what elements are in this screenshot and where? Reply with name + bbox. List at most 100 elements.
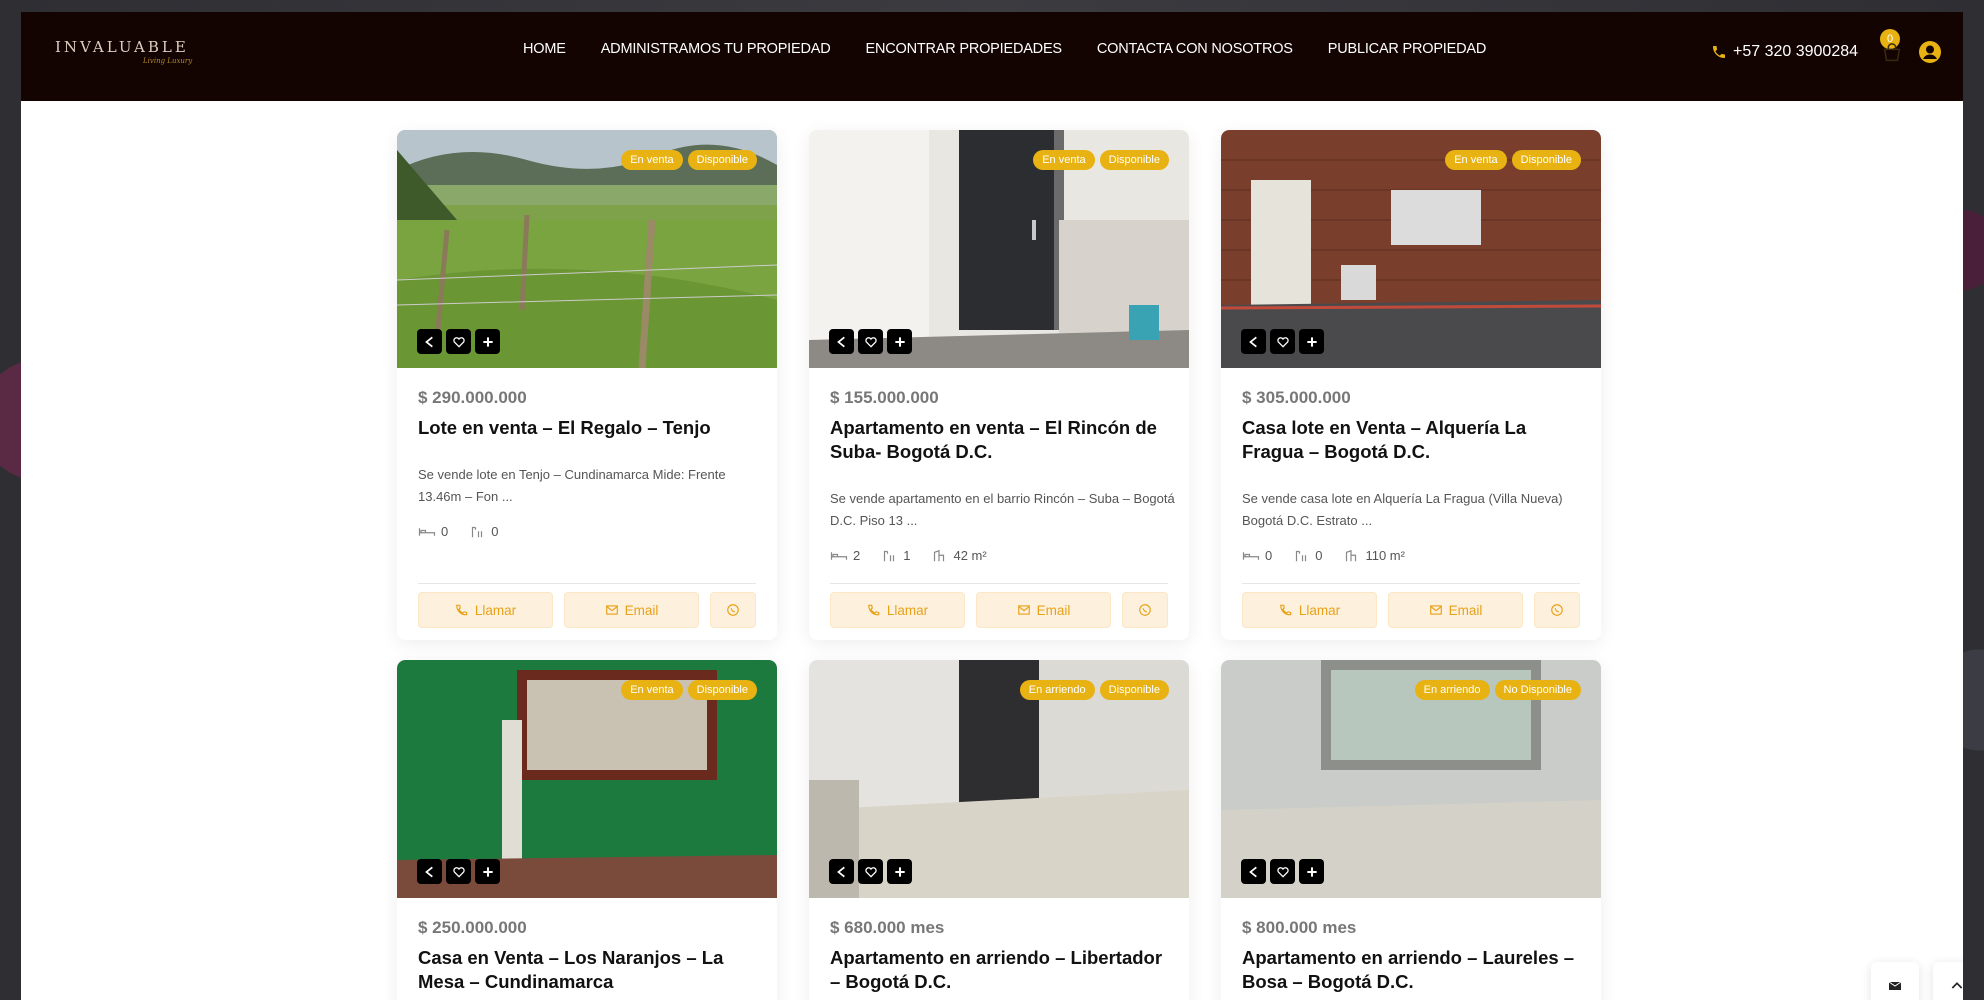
- property-card[interactable]: En arriendo No Disponible $ 800.000 mes …: [1221, 660, 1601, 1000]
- share-icon[interactable]: [417, 859, 442, 884]
- share-icon[interactable]: [1241, 329, 1266, 354]
- price: $ 155.000.000: [830, 388, 939, 407]
- envelope-icon: [1429, 605, 1442, 615]
- plus-icon[interactable]: [475, 859, 500, 884]
- area-feature: 110 m²: [1342, 548, 1405, 563]
- heart-icon[interactable]: [446, 859, 471, 884]
- property-title[interactable]: Apartamento en arriendo – Laureles – Bos…: [1242, 946, 1587, 994]
- rooms-feature: 0: [418, 524, 448, 539]
- share-icon[interactable]: [829, 329, 854, 354]
- call-button[interactable]: Llamar: [1242, 592, 1377, 628]
- availability-badge: Disponible: [1099, 680, 1169, 700]
- nav-home[interactable]: HOME: [523, 41, 566, 57]
- property-card[interactable]: En venta Disponible $ 305.000.000 Casa l…: [1221, 130, 1601, 640]
- property-card[interactable]: En venta Disponible $ 155.000.000 Aparta…: [809, 130, 1189, 640]
- property-card[interactable]: En venta Disponible $ 290.000.000 Lote e…: [397, 130, 777, 640]
- phone-icon: [1713, 46, 1725, 58]
- call-button[interactable]: Llamar: [418, 592, 553, 628]
- site-header: INVALUABLE Living Luxury HOME ADMINISTRA…: [21, 12, 1963, 101]
- area-icon: [1346, 549, 1357, 561]
- property-features: 0 0: [418, 524, 498, 539]
- scroll-top-button[interactable]: [1933, 962, 1963, 1000]
- share-icon[interactable]: [417, 329, 442, 354]
- nav-administramos[interactable]: ADMINISTRAMOS TU PROPIEDAD: [601, 41, 831, 57]
- property-title[interactable]: Apartamento en venta – El Rincón de Suba…: [830, 416, 1175, 464]
- status-badge: En arriendo: [1414, 680, 1490, 700]
- badges: En arriendo Disponible: [1019, 680, 1169, 700]
- phone-number: +57 320 3900284: [1733, 43, 1859, 60]
- plus-icon[interactable]: [1299, 859, 1324, 884]
- status-badge: En arriendo: [1019, 680, 1095, 700]
- badges: En venta Disponible: [1033, 150, 1169, 170]
- phone-icon: [868, 604, 880, 616]
- call-label: Llamar: [886, 602, 929, 618]
- logo[interactable]: INVALUABLE: [55, 38, 189, 56]
- bed-icon: [418, 527, 436, 536]
- nav-publicar[interactable]: PUBLICAR PROPIEDAD: [1328, 41, 1487, 57]
- plus-icon[interactable]: [887, 329, 912, 354]
- heart-icon[interactable]: [446, 329, 471, 354]
- cart-icon[interactable]: [1881, 42, 1903, 64]
- share-icon[interactable]: [1241, 859, 1266, 884]
- property-title[interactable]: Casa lote en Venta – Alquería La Fragua …: [1242, 416, 1587, 464]
- page: INVALUABLE Living Luxury HOME ADMINISTRA…: [21, 12, 1963, 1000]
- baths-feature: 0: [1292, 548, 1322, 563]
- card-tools: [1241, 329, 1324, 354]
- availability-badge: No Disponible: [1494, 680, 1581, 700]
- status-badge: En venta: [621, 150, 683, 170]
- divider: [418, 583, 756, 584]
- contact-actions: Llamar Email: [1242, 592, 1580, 628]
- nav-encontrar[interactable]: ENCONTRAR PROPIEDADES: [865, 41, 1062, 57]
- property-title[interactable]: Apartamento en arriendo – Libertador – B…: [830, 946, 1175, 994]
- heart-icon[interactable]: [858, 329, 883, 354]
- card-tools: [417, 329, 500, 354]
- message-widget-button[interactable]: [1871, 962, 1919, 1000]
- contact-actions: Llamar Email: [830, 592, 1168, 628]
- bed-icon: [1242, 551, 1260, 560]
- property-card[interactable]: En arriendo Disponible $ 680.000 mes Apa…: [809, 660, 1189, 1000]
- plus-icon[interactable]: [1299, 329, 1324, 354]
- logo-tagline: Living Luxury: [143, 57, 193, 65]
- whatsapp-button[interactable]: [1122, 592, 1168, 628]
- contact-actions: Llamar Email: [418, 592, 756, 628]
- user-account-icon[interactable]: [1918, 40, 1942, 64]
- card-tools: [829, 859, 912, 884]
- heart-icon[interactable]: [1270, 859, 1295, 884]
- card-tools: [1241, 859, 1324, 884]
- plus-icon[interactable]: [475, 329, 500, 354]
- price: $ 290.000.000: [418, 388, 527, 407]
- heart-icon[interactable]: [1270, 329, 1295, 354]
- status-badge: En venta: [1033, 150, 1095, 170]
- bath-icon: [884, 550, 895, 561]
- email-button[interactable]: Email: [1388, 592, 1523, 628]
- whatsapp-button[interactable]: [1534, 592, 1580, 628]
- whatsapp-icon: [1551, 604, 1563, 616]
- main-nav: HOME ADMINISTRAMOS TU PROPIEDAD ENCONTRA…: [523, 41, 1521, 57]
- baths-count: 1: [903, 548, 911, 563]
- rooms-feature: 0: [1242, 548, 1272, 563]
- availability-badge: Disponible: [1511, 150, 1581, 170]
- divider: [1242, 583, 1580, 584]
- property-title[interactable]: Lote en venta – El Regalo – Tenjo: [418, 416, 763, 440]
- call-label: Llamar: [1298, 602, 1341, 618]
- availability-badge: Disponible: [687, 680, 757, 700]
- chevron-up-icon: [1951, 982, 1963, 989]
- plus-icon[interactable]: [887, 859, 912, 884]
- heart-icon[interactable]: [858, 859, 883, 884]
- phone-link[interactable]: +57 320 3900284: [1711, 43, 1858, 61]
- property-card[interactable]: En venta Disponible $ 250.000.000 Casa e…: [397, 660, 777, 1000]
- rooms-count: 0: [1265, 548, 1273, 563]
- property-description: Se vende apartamento en el barrio Rincón…: [830, 491, 1175, 528]
- property-title[interactable]: Casa en Venta – Los Naranjos – La Mesa –…: [418, 946, 763, 994]
- property-features: 0 0 110 m²: [1242, 548, 1405, 563]
- nav-contacta[interactable]: CONTACTA CON NOSOTROS: [1097, 41, 1293, 57]
- bath-icon: [472, 526, 483, 537]
- divider: [830, 583, 1168, 584]
- rooms-count: 0: [441, 524, 449, 539]
- email-button[interactable]: Email: [976, 592, 1111, 628]
- call-button[interactable]: Llamar: [830, 592, 965, 628]
- property-features: 2 1 42 m²: [830, 548, 987, 563]
- share-icon[interactable]: [829, 859, 854, 884]
- email-button[interactable]: Email: [564, 592, 699, 628]
- whatsapp-button[interactable]: [710, 592, 756, 628]
